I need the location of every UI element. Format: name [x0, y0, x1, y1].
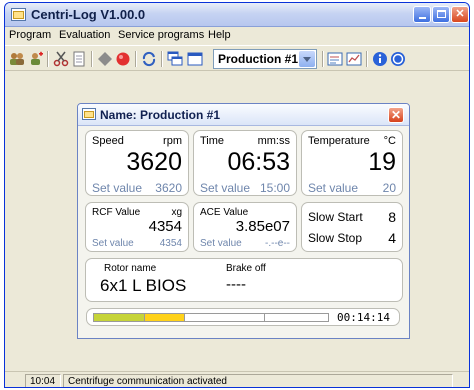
maximize-button[interactable] — [432, 6, 450, 23]
temperature-panel: Temperature °C 19 Set value 20 — [301, 130, 403, 196]
dialog-close-button[interactable]: ✕ — [388, 107, 404, 123]
app-title: Centri-Log V1.00.0 — [31, 7, 146, 22]
menu-bar: Program Evaluation Service programs Help — [5, 27, 469, 44]
user-add-icon[interactable] — [28, 51, 44, 67]
status-bar: 10:04 Centrifuge communication activated — [5, 371, 469, 387]
report-icon[interactable] — [327, 51, 343, 67]
temperature-set-value: 20 — [382, 181, 396, 195]
program-select-value: Production #1 — [218, 52, 299, 66]
time-label: Time — [200, 135, 225, 147]
rotor-label: Rotor name — [104, 263, 157, 274]
ace-set-label: Set value — [200, 238, 242, 249]
menu-evaluation[interactable]: Evaluation — [59, 29, 110, 41]
rotor-value: 6x1 L BIOS — [100, 276, 187, 295]
speed-value: 3620 — [126, 148, 182, 176]
document-icon[interactable] — [71, 51, 87, 67]
status-message: Centrifuge communication activated — [63, 374, 453, 387]
time-set-label: Set value — [200, 181, 251, 195]
time-unit: mm:ss — [257, 135, 290, 147]
production-dialog: Name: Production #1 ✕ Speed rpm 3620 Set… — [77, 103, 410, 339]
help-icon[interactable] — [390, 51, 406, 67]
time-set-value: 15:00 — [259, 181, 290, 195]
brake-value: ---- — [226, 276, 246, 293]
slow-stop-value: 4 — [388, 230, 396, 246]
speed-label: Speed — [92, 135, 124, 147]
slow-start-value: 8 — [388, 209, 396, 225]
progress-track — [93, 313, 329, 322]
info-icon[interactable] — [372, 51, 388, 67]
window-icon[interactable] — [187, 51, 203, 67]
progress-tick — [264, 314, 265, 321]
speed-unit: rpm — [163, 135, 182, 147]
dialog-title-bar[interactable]: Name: Production #1 ✕ — [78, 104, 409, 126]
rcf-label: RCF Value — [92, 207, 141, 218]
ace-value: 3.85e07 — [235, 218, 290, 235]
rcf-unit: xg — [171, 207, 182, 218]
speed-set-label: Set value — [92, 181, 143, 195]
title-bar[interactable]: Centri-Log V1.00.0 ✕ — [5, 3, 469, 27]
rcf-set-label: Set value — [92, 238, 134, 249]
progress-fill-green — [94, 314, 145, 321]
temperature-unit: °C — [383, 135, 396, 147]
menu-program[interactable]: Program — [9, 29, 51, 41]
toolbar: Production #1 — [5, 45, 469, 71]
status-time: 10:04 — [25, 374, 61, 387]
ace-label: ACE Value — [200, 207, 249, 218]
slow-start-label: Slow Start — [308, 210, 363, 224]
menu-help[interactable]: Help — [208, 29, 231, 41]
temperature-set-label: Set value — [308, 181, 359, 195]
ace-panel: ACE Value 3.85e07 Set value -.--e-- — [193, 202, 297, 252]
rcf-value: 4354 — [148, 218, 182, 235]
dialog-icon — [82, 108, 96, 120]
brake-label: Brake off — [226, 263, 266, 274]
time-panel: Time mm:ss 06:53 Set value 15:00 — [193, 130, 297, 196]
dialog-title: Name: Production #1 — [100, 108, 221, 122]
app-icon — [11, 8, 26, 21]
rcf-panel: RCF Value xg 4354 Set value 4354 — [85, 202, 189, 252]
progress-fill-yellow — [145, 314, 185, 321]
diamond-icon[interactable] — [97, 51, 113, 67]
window-cascade-icon[interactable] — [167, 51, 183, 67]
users-icon[interactable] — [9, 51, 25, 67]
temperature-value: 19 — [368, 148, 396, 176]
rcf-set-value: 4354 — [159, 238, 182, 249]
ace-set-value: -.--e-- — [265, 238, 290, 249]
temperature-label: Temperature — [308, 135, 370, 147]
close-button[interactable]: ✕ — [451, 6, 469, 23]
scissors-icon[interactable] — [53, 51, 69, 67]
run-progress: 00:14:14 — [86, 308, 400, 326]
slow-panel: Slow Start 8 Slow Stop 4 — [301, 202, 403, 252]
time-value: 06:53 — [227, 148, 290, 176]
refresh-icon[interactable] — [141, 51, 157, 67]
speed-panel: Speed rpm 3620 Set value 3620 — [85, 130, 189, 196]
menu-service-programs[interactable]: Service programs — [118, 29, 204, 41]
chevron-down-icon[interactable] — [299, 51, 315, 67]
chart-icon[interactable] — [346, 51, 362, 67]
rotor-panel: Rotor name Brake off 6x1 L BIOS ---- — [85, 258, 403, 302]
minimize-button[interactable] — [413, 6, 431, 23]
slow-stop-label: Slow Stop — [308, 231, 363, 245]
record-icon[interactable] — [115, 51, 131, 67]
elapsed-time: 00:14:14 — [337, 311, 390, 324]
speed-set-value: 3620 — [155, 181, 182, 195]
program-select[interactable]: Production #1 — [213, 49, 317, 69]
